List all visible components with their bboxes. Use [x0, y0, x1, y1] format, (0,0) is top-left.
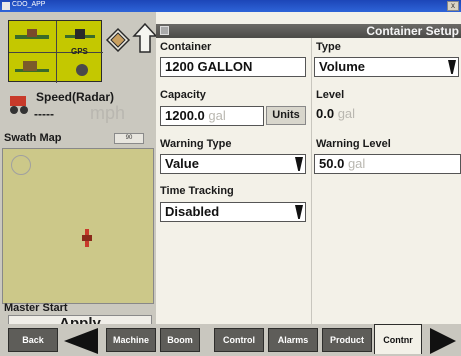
quick-icons: GPS — [8, 20, 158, 83]
column-divider — [311, 38, 312, 324]
swath-map-label: Swath Map — [4, 132, 62, 144]
tab-product[interactable]: Product — [322, 328, 372, 352]
time-tracking-value: Disabled — [165, 204, 220, 219]
warning-level-label: Warning Level — [316, 138, 391, 150]
swath-map[interactable] — [2, 148, 154, 304]
close-button[interactable]: x — [447, 1, 459, 11]
satellite-icon — [76, 64, 88, 76]
tab-machine[interactable]: Machine — [106, 328, 156, 352]
warning-type-dropdown[interactable]: Value — [160, 154, 306, 174]
speed-unit: mph — [90, 103, 126, 123]
bottom-tab-bar: Back Machine Boom Control Alarms Product… — [0, 324, 461, 356]
master-start-label: Master Start — [4, 302, 68, 314]
time-tracking-dropdown[interactable]: Disabled — [160, 202, 306, 222]
page-title: Container Setup — [366, 24, 459, 38]
time-tracking-label: Time Tracking — [160, 185, 234, 197]
warning-type-label: Warning Type — [160, 138, 232, 150]
level-readout: 0.0 gal — [316, 106, 355, 121]
screen-header: Container Setup — [156, 24, 461, 38]
window-title-bar: CDO_APP x — [0, 0, 461, 12]
back-button[interactable]: Back — [8, 328, 58, 352]
warning-level-value: 50.0 — [319, 156, 345, 171]
main-panel: Container Setup Container 1200 GALLON Ty… — [156, 12, 461, 324]
warning-type-value: Value — [165, 156, 199, 171]
level-value: 0.0 — [316, 106, 335, 121]
gps-label: GPS — [71, 47, 88, 56]
app-title: CDO_APP — [12, 1, 46, 8]
app-icon — [2, 2, 10, 10]
container-field[interactable]: 1200 GALLON — [160, 57, 306, 77]
vehicle-marker-icon — [82, 229, 92, 247]
swath-map-button[interactable]: 90 — [114, 133, 144, 144]
radar-speed-icon — [10, 96, 28, 114]
arrow-left-icon[interactable] — [62, 328, 100, 354]
capacity-field[interactable]: 1200.0 gal — [160, 106, 264, 126]
book-icon[interactable] — [105, 26, 131, 52]
speed-value: ----- — [34, 107, 54, 121]
gps-status-tile[interactable]: GPS — [8, 20, 103, 83]
units-button[interactable]: Units — [266, 106, 306, 125]
tractor-icon — [15, 61, 49, 72]
type-label: Type — [316, 41, 341, 53]
capacity-label: Capacity — [160, 89, 206, 101]
warning-level-field[interactable]: 50.0 gal — [314, 154, 461, 174]
field-map-icon — [15, 29, 49, 39]
boom-sprayer-icon — [65, 29, 95, 39]
capacity-value: 1200.0 — [165, 108, 205, 123]
left-panel: GPS Speed(Radar) ----- mph Swath Map 90 … — [0, 12, 158, 333]
chevron-down-icon — [295, 157, 303, 171]
compass-icon — [11, 155, 31, 175]
screen-icon — [160, 26, 169, 35]
type-value: Volume — [319, 59, 365, 74]
home-arrow-icon[interactable] — [132, 22, 158, 54]
type-dropdown[interactable]: Volume — [314, 57, 459, 77]
level-unit: gal — [337, 106, 356, 121]
tab-boom[interactable]: Boom — [160, 328, 200, 352]
speed-title: Speed(Radar) — [36, 90, 115, 104]
tab-control[interactable]: Control — [214, 328, 264, 352]
arrow-right-icon[interactable] — [428, 328, 458, 354]
chevron-down-icon — [295, 205, 303, 219]
chevron-down-icon — [448, 60, 456, 74]
warning-level-unit: gal — [347, 156, 366, 171]
capacity-unit: gal — [208, 108, 226, 123]
tab-alarms[interactable]: Alarms — [268, 328, 318, 352]
container-label: Container — [160, 41, 212, 53]
level-label: Level — [316, 89, 345, 101]
tab-contnr[interactable]: Contnr — [374, 324, 422, 354]
